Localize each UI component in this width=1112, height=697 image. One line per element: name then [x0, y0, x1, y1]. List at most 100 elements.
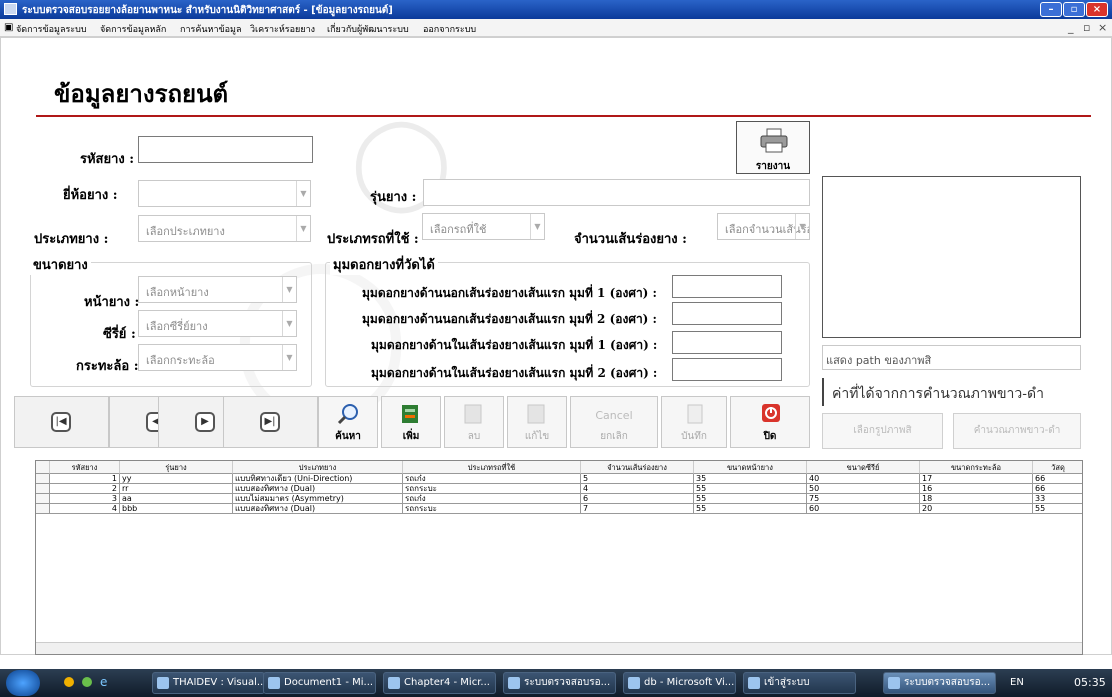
edit-button[interactable]: แก้ไข [507, 396, 567, 448]
table-cell[interactable]: 16 [920, 484, 1033, 494]
language-indicator[interactable]: EN [1010, 677, 1024, 688]
row-selector[interactable] [36, 484, 50, 494]
taskbar-item[interactable]: db - Microsoft Vi... [623, 672, 736, 694]
taskbar-item[interactable]: ระบบตรวจสอบรอ... [883, 672, 996, 694]
search-button[interactable]: ค้นหา [318, 396, 378, 448]
mdi-minimize-icon[interactable]: _ [1068, 21, 1074, 34]
table-cell[interactable]: แบบสองทิศทาง (Dual) [233, 504, 403, 514]
rim-select[interactable]: เลือกกระทะล้อ ▼ [138, 344, 297, 371]
table-cell[interactable]: รถกระบะ [403, 484, 581, 494]
table-cell[interactable]: 4 [50, 504, 120, 514]
col-header[interactable]: ขนาดซีรีย์ [807, 461, 920, 474]
minimize-button[interactable]: – [1040, 2, 1062, 17]
table-cell[interactable]: แบบไม่สมมาตร (Asymmetry) [233, 494, 403, 504]
ie-icon[interactable]: e [100, 675, 107, 689]
table-cell[interactable]: 35 [694, 474, 807, 484]
table-cell[interactable]: 33 [1033, 494, 1082, 504]
menu-system[interactable]: จัดการข้อมูลระบบ [16, 22, 87, 36]
select-image-button[interactable]: เลือกรูปภาพสิ [822, 413, 943, 449]
car-type-select[interactable]: เลือกรถที่ใช้ ▼ [422, 213, 545, 240]
model-input[interactable] [423, 179, 810, 206]
add-button[interactable]: เพิ่ม [381, 396, 441, 448]
col-header[interactable]: วัสดุ [1033, 461, 1082, 474]
table-cell[interactable]: 2 [50, 484, 120, 494]
quicklaunch-icon[interactable] [82, 677, 92, 687]
calc-image-button[interactable]: คำนวณภาพขาว-ดำ [953, 413, 1081, 449]
first-record-button[interactable]: |◀ [14, 396, 109, 448]
table-cell[interactable]: 5 [581, 474, 694, 484]
angle1-input[interactable] [672, 275, 782, 298]
menu-analyze[interactable]: วิเคราะห์รอยยาง [250, 22, 315, 36]
table-cell[interactable]: รถเก๋ง [403, 494, 581, 504]
table-cell[interactable]: 40 [807, 474, 920, 484]
menu-exit[interactable]: ออกจากระบบ [423, 22, 476, 36]
menu-search[interactable]: การค้นหาข้อมูล [180, 22, 242, 36]
table-cell[interactable]: 1 [50, 474, 120, 484]
width-select[interactable]: เลือกหน้ายาง ▼ [138, 276, 297, 303]
taskbar-item[interactable]: Chapter4 - Micr... [383, 672, 496, 694]
last-record-button[interactable]: ▶| [223, 396, 318, 448]
angle4-input[interactable] [672, 358, 782, 381]
col-header[interactable]: ขนาดหน้ายาง [694, 461, 807, 474]
row-selector[interactable] [36, 504, 50, 514]
angle3-input[interactable] [672, 331, 782, 354]
menu-master-data[interactable]: จัดการข้อมูลหลัก [100, 22, 166, 36]
table-cell[interactable]: 7 [581, 504, 694, 514]
menu-about[interactable]: เกี่ยวกับผู้พัฒนาระบบ [327, 22, 409, 36]
col-header[interactable]: จำนวนเส้นร่องยาง [581, 461, 694, 474]
taskbar-item[interactable]: THAIDEV : Visual... [152, 672, 265, 694]
table-cell[interactable]: รถเก๋ง [403, 474, 581, 484]
table-cell[interactable]: yy [120, 474, 233, 484]
clock[interactable]: 05:35 [1074, 676, 1106, 689]
angle2-input[interactable] [672, 302, 782, 325]
groove-count-select[interactable]: เลือกจำนวนเส้นร่องย▼ [717, 213, 810, 240]
col-header[interactable]: ขนาดกระทะล้อ [920, 461, 1033, 474]
table-cell[interactable]: 55 [1033, 504, 1082, 514]
tire-code-input[interactable] [138, 136, 313, 163]
table-cell[interactable]: 6 [581, 494, 694, 504]
horizontal-scrollbar[interactable] [36, 642, 1082, 654]
table-cell[interactable]: bbb [120, 504, 233, 514]
taskbar-item[interactable]: ระบบตรวจสอบรอ... [503, 672, 616, 694]
col-header[interactable]: รหัสยาง [50, 461, 120, 474]
col-header[interactable]: รุ่นยาง [120, 461, 233, 474]
table-cell[interactable]: aa [120, 494, 233, 504]
start-button[interactable] [6, 670, 40, 696]
table-cell[interactable]: 55 [694, 484, 807, 494]
table-cell[interactable]: แบบสองทิศทาง (Dual) [233, 484, 403, 494]
table-cell[interactable]: รถกระบะ [403, 504, 581, 514]
table-cell[interactable]: 17 [920, 474, 1033, 484]
row-selector[interactable] [36, 494, 50, 504]
table-cell[interactable]: 66 [1033, 474, 1082, 484]
table-cell[interactable]: 60 [807, 504, 920, 514]
delete-button[interactable]: ลบ [444, 396, 504, 448]
brand-select[interactable]: ▼ [138, 180, 311, 207]
close-form-button[interactable]: ปิด [730, 396, 810, 448]
taskbar-item[interactable]: เข้าสู่ระบบ [743, 672, 856, 694]
col-header[interactable]: ประเภทยาง [233, 461, 403, 474]
taskbar-item[interactable]: Document1 - Mi... [263, 672, 376, 694]
image-path-field[interactable]: แสดง path ของภาพสิ [822, 345, 1081, 370]
close-window-button[interactable]: × [1086, 2, 1108, 17]
row-selector[interactable] [36, 474, 50, 484]
table-cell[interactable]: 18 [920, 494, 1033, 504]
mdi-close-icon[interactable]: × [1098, 21, 1107, 34]
col-header[interactable]: ประเภทรถที่ใช้ [403, 461, 581, 474]
table-cell[interactable]: 66 [1033, 484, 1082, 494]
table-cell[interactable]: 3 [50, 494, 120, 504]
tire-data-grid[interactable]: รหัสยาง รุ่นยาง ประเภทยาง ประเภทรถที่ใช้… [35, 460, 1083, 655]
report-button[interactable]: รายงาน [736, 121, 810, 174]
mdi-restore-icon[interactable]: ▫ [1083, 21, 1090, 34]
table-cell[interactable]: 75 [807, 494, 920, 504]
table-cell[interactable]: 55 [694, 504, 807, 514]
table-cell[interactable]: 4 [581, 484, 694, 494]
quicklaunch-icon[interactable] [64, 677, 74, 687]
tire-type-select[interactable]: เลือกประเภทยาง ▼ [138, 215, 311, 242]
maximize-button[interactable]: ▫ [1063, 2, 1085, 17]
table-cell[interactable]: rr [120, 484, 233, 494]
series-select[interactable]: เลือกซีรี่ย์ยาง ▼ [138, 310, 297, 337]
table-cell[interactable]: 55 [694, 494, 807, 504]
table-cell[interactable]: แบบทิศทางเดียว (Uni-Direction) [233, 474, 403, 484]
save-button[interactable]: บันทึก [661, 396, 727, 448]
table-cell[interactable]: 50 [807, 484, 920, 494]
